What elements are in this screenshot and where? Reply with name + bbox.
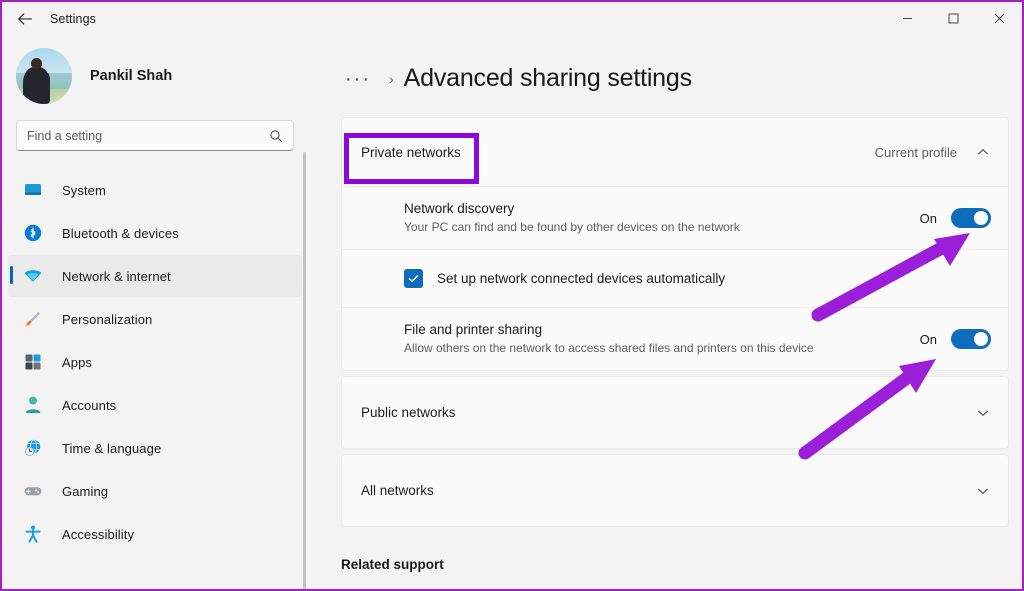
network-discovery-toggle-state: On — [919, 210, 937, 226]
sidebar-item-label: Gaming — [62, 483, 109, 499]
all-networks-header[interactable]: All networks — [342, 455, 1008, 526]
sidebar-item-system[interactable]: System — [8, 169, 302, 211]
back-button[interactable] — [8, 4, 42, 34]
file-printer-sharing-title: File and printer sharing — [404, 322, 543, 337]
sidebar-item-bluetooth-devices[interactable]: Bluetooth & devices — [8, 212, 302, 254]
private-networks-header[interactable]: Private networks Current profile — [342, 118, 1008, 186]
auto-setup-devices-row[interactable]: Set up network connected devices automat… — [342, 249, 1008, 307]
wifi-icon — [20, 265, 46, 287]
chevron-up-icon — [975, 144, 991, 160]
network-discovery-row: Network discovery Your PC can find and b… — [342, 186, 1008, 249]
sidebar-nav: System Bluetooth & devices Network & int… — [2, 169, 308, 555]
window-controls — [884, 2, 1022, 36]
paintbrush-icon — [20, 308, 46, 330]
profile-name: Pankil Shah — [90, 68, 173, 84]
close-icon — [994, 13, 1004, 24]
sidebar-item-label: Time & language — [62, 440, 162, 456]
sidebar-item-network-internet[interactable]: Network & internet — [8, 255, 302, 297]
breadcrumb-overflow-button[interactable]: ··· — [341, 69, 375, 89]
private-networks-card: Private networks Current profile Network… — [341, 117, 1009, 371]
main-content: ··· › Advanced sharing settings Private … — [308, 36, 1022, 589]
accessibility-person-icon — [20, 523, 46, 545]
sidebar-item-label: Bluetooth & devices — [62, 225, 179, 241]
search-box[interactable] — [16, 120, 294, 151]
app-title: Settings — [50, 12, 96, 26]
back-arrow-icon — [17, 12, 32, 25]
sidebar: Pankil Shah System — [2, 36, 308, 589]
file-printer-sharing-description: Allow others on the network to access sh… — [404, 341, 814, 355]
file-printer-sharing-row: File and printer sharing Allow others on… — [342, 307, 1008, 370]
network-discovery-title: Network discovery — [404, 201, 515, 216]
search-input[interactable] — [27, 128, 269, 143]
sidebar-item-personalization[interactable]: Personalization — [8, 298, 302, 340]
sidebar-item-time-language[interactable]: Time & language — [8, 427, 302, 469]
clock-globe-icon — [20, 437, 46, 459]
sidebar-item-label: Apps — [62, 354, 93, 370]
sidebar-item-label: Personalization — [62, 311, 153, 327]
search-icon — [270, 129, 282, 142]
chevron-down-icon — [975, 483, 991, 499]
file-printer-sharing-toggle[interactable] — [951, 329, 991, 349]
file-printer-sharing-toggle-state: On — [919, 331, 937, 347]
minimize-button[interactable] — [884, 2, 930, 35]
breadcrumb-separator-icon: › — [388, 70, 394, 87]
apps-grid-icon — [20, 351, 46, 373]
breadcrumb: ··· › Advanced sharing settings — [308, 36, 1022, 93]
profile-block[interactable]: Pankil Shah — [2, 36, 308, 104]
sidebar-item-label: System — [62, 182, 106, 198]
bluetooth-icon — [20, 222, 46, 244]
sidebar-item-label: Network & internet — [62, 268, 171, 284]
auto-setup-devices-checkbox[interactable] — [404, 269, 423, 288]
maximize-icon — [948, 13, 958, 24]
monitor-icon — [20, 179, 46, 201]
sidebar-item-accessibility[interactable]: Accessibility — [8, 513, 302, 555]
related-support-heading: Related support — [341, 557, 444, 572]
person-icon — [25, 396, 41, 414]
checkmark-icon — [408, 274, 419, 283]
title-bar: Settings — [2, 2, 1022, 36]
sidebar-item-label: Accounts — [62, 397, 117, 413]
sidebar-scrollbar-thumb[interactable] — [303, 152, 306, 589]
sidebar-item-accounts[interactable]: Accounts — [8, 384, 302, 426]
sidebar-item-apps[interactable]: Apps — [8, 341, 302, 383]
chevron-down-icon — [975, 405, 991, 421]
sidebar-item-label: Accessibility — [62, 526, 135, 542]
current-profile-label: Current profile — [874, 144, 957, 160]
public-networks-card: Public networks — [341, 376, 1009, 449]
public-networks-label: Public networks — [361, 405, 456, 420]
all-networks-label: All networks — [361, 483, 434, 498]
public-networks-header[interactable]: Public networks — [342, 377, 1008, 448]
gamepad-icon — [20, 480, 46, 502]
close-button[interactable] — [976, 2, 1022, 35]
sidebar-item-gaming[interactable]: Gaming — [8, 470, 302, 512]
settings-window: Settings Pankil Shah Find a setting Syst… — [0, 0, 1024, 591]
minimize-icon — [902, 18, 912, 19]
network-discovery-toggle[interactable] — [951, 208, 991, 228]
avatar — [16, 48, 72, 104]
sidebar-scrollbar-track[interactable] — [303, 94, 307, 589]
private-networks-label: Private networks — [361, 144, 461, 160]
network-discovery-description: Your PC can find and be found by other d… — [404, 220, 740, 234]
maximize-button[interactable] — [930, 2, 976, 35]
page-title: Advanced sharing settings — [403, 64, 692, 92]
auto-setup-devices-label: Set up network connected devices automat… — [437, 271, 726, 286]
all-networks-card: All networks — [341, 454, 1009, 527]
